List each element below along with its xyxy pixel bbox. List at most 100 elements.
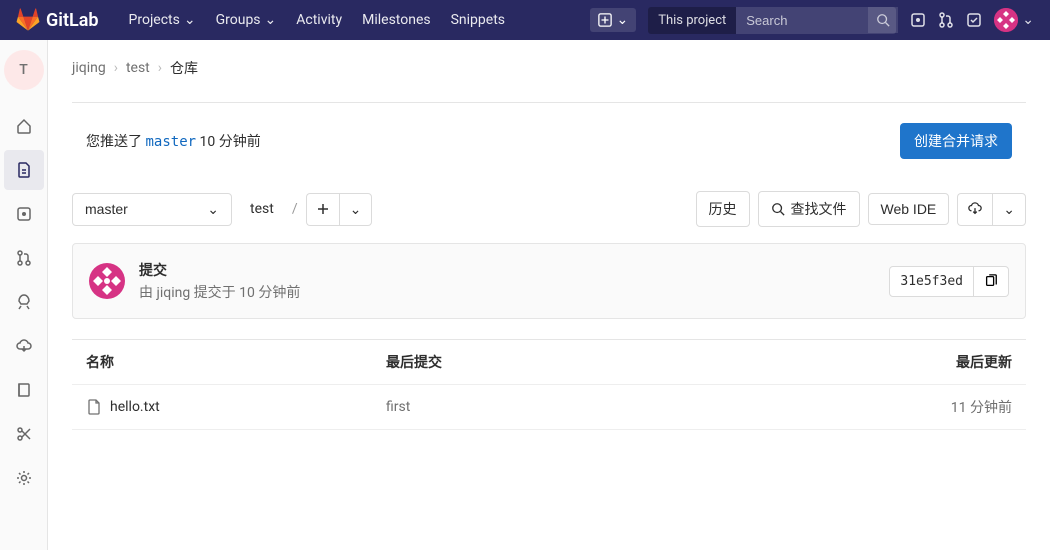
chevron-down-icon: ⌄ (1022, 12, 1034, 28)
commit-meta: 由 jiqing 提交于 10 分钟前 (139, 282, 875, 302)
path-separator: / (292, 201, 298, 217)
download-icon (968, 202, 982, 216)
navbar-right: ⌄ This project ⌄ (590, 7, 1034, 34)
commit-sha[interactable]: 31e5f3ed (889, 266, 974, 297)
file-name: hello.txt (110, 399, 160, 415)
home-icon (16, 118, 32, 134)
nav-links: Projects⌄ Groups⌄ Activity Milestones Sn… (119, 0, 516, 40)
file-name-cell: hello.txt (86, 399, 386, 415)
nav-groups[interactable]: Groups⌄ (206, 0, 287, 40)
cloud-icon (16, 338, 32, 354)
chevron-right-icon: › (158, 60, 162, 76)
sidebar-settings[interactable] (4, 458, 44, 498)
breadcrumb-current: 仓库 (170, 58, 198, 78)
breadcrumb-group[interactable]: jiqing (72, 60, 106, 76)
scissors-icon (16, 426, 32, 442)
main: jiqing › test › 仓库 您推送了 master 10 分钟前 创建… (48, 40, 1050, 550)
file-last-updated: 11 分钟前 (892, 397, 1012, 417)
tanuki-icon (16, 8, 40, 32)
sidebar-home[interactable] (4, 106, 44, 146)
nav-activity[interactable]: Activity (286, 0, 352, 40)
search-icon (771, 202, 785, 216)
col-updated-header: 最后更新 (892, 352, 1012, 372)
search-scope[interactable]: This project (648, 7, 736, 34)
breadcrumb-project[interactable]: test (126, 60, 150, 76)
file-icon (86, 399, 102, 415)
file-row[interactable]: hello.txt first 11 分钟前 (72, 385, 1026, 430)
commit-info: 提交 由 jiqing 提交于 10 分钟前 (139, 260, 875, 302)
doc-icon (16, 162, 32, 178)
nav-projects[interactable]: Projects⌄ (119, 0, 206, 40)
download-dropdown: ⌄ (957, 193, 1026, 226)
user-avatar (994, 8, 1018, 32)
search-input[interactable] (736, 7, 896, 34)
sidebar: T (0, 40, 48, 550)
branch-name: master (85, 201, 128, 217)
branch-link[interactable]: master (145, 134, 196, 150)
copy-sha-button[interactable] (974, 266, 1009, 297)
chevron-right-icon: › (114, 60, 118, 76)
add-chevron[interactable]: ⌄ (339, 193, 373, 226)
nav-snippets[interactable]: Snippets (441, 0, 515, 40)
new-dropdown[interactable]: ⌄ (590, 8, 636, 32)
history-button[interactable]: 历史 (696, 191, 750, 227)
merge-icon (16, 250, 32, 266)
layout: T jiqing › test › 仓库 您推送了 master 10 分钟前 (0, 40, 1050, 550)
issues-icon[interactable] (910, 12, 926, 28)
add-button[interactable] (306, 193, 339, 226)
top-navbar: GitLab Projects⌄ Groups⌄ Activity Milest… (0, 0, 1050, 40)
chevron-down-icon: ⌄ (265, 12, 277, 28)
rocket-icon (16, 294, 32, 310)
merge-requests-icon[interactable] (938, 12, 954, 28)
push-banner: 您推送了 master 10 分钟前 创建合并请求 (72, 102, 1026, 191)
file-table-header: 名称 最后提交 最后更新 (72, 340, 1026, 385)
commit-author-avatar[interactable] (89, 263, 125, 299)
project-avatar[interactable]: T (4, 50, 44, 90)
plus-icon (317, 203, 329, 215)
sidebar-snippets[interactable] (4, 414, 44, 454)
chevron-down-icon: ⌄ (207, 201, 219, 218)
find-file-button[interactable]: 查找文件 (758, 191, 860, 227)
file-last-commit[interactable]: first (386, 399, 892, 415)
search-wrap: This project (648, 7, 898, 34)
push-text: 您推送了 master 10 分钟前 (86, 131, 261, 151)
copy-icon (984, 274, 998, 288)
sidebar-issues[interactable] (4, 194, 44, 234)
plus-square-icon (598, 13, 612, 27)
gear-icon (16, 470, 32, 486)
brand-text: GitLab (46, 10, 99, 31)
sidebar-operations[interactable] (4, 326, 44, 366)
branch-selector[interactable]: master ⌄ (72, 193, 232, 226)
add-dropdown: ⌄ (306, 193, 373, 226)
last-commit: 提交 由 jiqing 提交于 10 分钟前 31e5f3ed (72, 243, 1026, 319)
sidebar-wiki[interactable] (4, 370, 44, 410)
book-icon (16, 382, 32, 398)
sidebar-cicd[interactable] (4, 282, 44, 322)
chevron-down-icon: ⌄ (350, 201, 362, 218)
breadcrumb: jiqing › test › 仓库 (72, 58, 1026, 78)
issues-icon (16, 206, 32, 222)
chevron-down-icon: ⌄ (616, 12, 628, 28)
navbar-left: GitLab Projects⌄ Groups⌄ Activity Milest… (16, 0, 515, 40)
sidebar-mr[interactable] (4, 238, 44, 278)
commit-title[interactable]: 提交 (139, 260, 875, 280)
path-root[interactable]: test (240, 194, 284, 224)
chevron-down-icon: ⌄ (1003, 201, 1015, 218)
todos-icon[interactable] (966, 12, 982, 28)
col-commit-header: 最后提交 (386, 352, 892, 372)
file-table: 名称 最后提交 最后更新 hello.txt first 11 分钟前 (72, 339, 1026, 430)
commit-sha-group: 31e5f3ed (889, 266, 1009, 297)
download-button[interactable] (957, 193, 992, 226)
repo-toolbar: master ⌄ test / ⌄ 历史 查找文件 Web IDE (72, 191, 1026, 227)
create-mr-button[interactable]: 创建合并请求 (900, 123, 1012, 159)
commit-author[interactable]: jiqing (156, 285, 190, 301)
sidebar-repository[interactable] (4, 150, 44, 190)
user-menu[interactable]: ⌄ (994, 8, 1034, 32)
col-name-header: 名称 (86, 352, 386, 372)
content: jiqing › test › 仓库 您推送了 master 10 分钟前 创建… (48, 40, 1050, 448)
web-ide-button[interactable]: Web IDE (868, 193, 950, 225)
gitlab-logo[interactable]: GitLab (16, 8, 99, 32)
nav-milestones[interactable]: Milestones (352, 0, 441, 40)
download-chevron[interactable]: ⌄ (992, 193, 1026, 226)
chevron-down-icon: ⌄ (184, 12, 196, 28)
